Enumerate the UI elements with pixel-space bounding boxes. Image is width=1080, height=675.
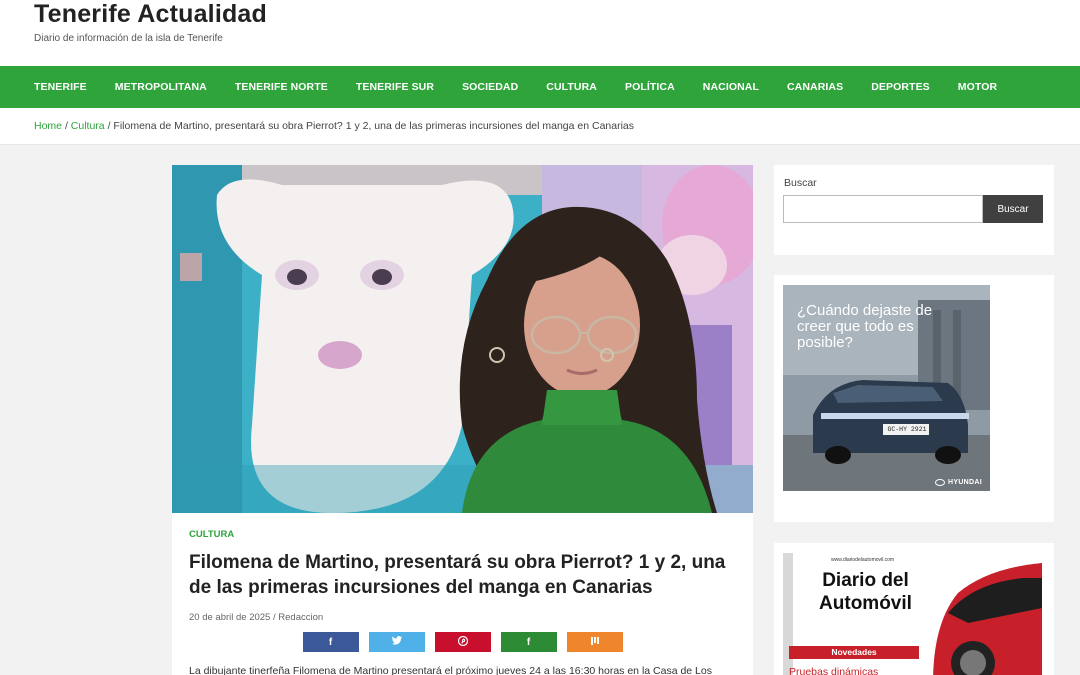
search-button[interactable]: Buscar: [983, 195, 1043, 223]
hyundai-ad-plate: GC-HY 2921: [887, 426, 927, 433]
breadcrumb-bar: Home / Cultura / Filomena de Martino, pr…: [0, 108, 1080, 145]
hyundai-ad-widget: ¿Cuándo dejaste de creer que todo es pos…: [774, 275, 1054, 522]
article: CULTURA Filomena de Martino, presentará …: [172, 165, 753, 675]
nav-item-tenerife-sur[interactable]: TENERIFE SUR: [356, 81, 434, 93]
hyundai-ad-text: ¿Cuándo dejaste de creer que todo es pos…: [797, 302, 933, 351]
search-widget: Buscar Buscar: [774, 165, 1054, 255]
hyundai-ad-banner[interactable]: ¿Cuándo dejaste de creer que todo es pos…: [783, 285, 990, 491]
share-twitter-button[interactable]: [368, 632, 425, 652]
nav-item-metropolitana[interactable]: METROPOLITANA: [115, 81, 207, 93]
facebook-icon: f: [328, 636, 333, 648]
ad2-url: www.diariodelautomovil.com: [831, 557, 895, 563]
search-input[interactable]: [783, 195, 983, 223]
site-header: Tenerife Actualidad Diario de informació…: [0, 0, 1080, 66]
nav-item-tenerife-norte[interactable]: TENERIFE NORTE: [235, 81, 328, 93]
search-label: Buscar: [784, 177, 817, 189]
nav-item-motor[interactable]: MOTOR: [958, 81, 997, 93]
diario-automovil-ad-widget: www.diariodelautomovil.com Diario del Au…: [774, 543, 1054, 675]
article-headline: Filomena de Martino, presentará su obra …: [189, 552, 726, 598]
hyundai-logo-icon: [935, 479, 945, 486]
mix-icon: [590, 636, 600, 649]
ad2-title: Diario del Automóvil: [819, 570, 912, 614]
article-meta: 20 de abril de 2025 / Redaccion: [189, 612, 736, 623]
flipboard-icon: f: [526, 636, 531, 648]
share-pinterest-button[interactable]: [434, 632, 491, 652]
hyundai-brand: HYUNDAI: [948, 479, 982, 486]
nav-list: TENERIFE METROPOLITANA TENERIFE NORTE TE…: [0, 66, 1080, 108]
twitter-icon: [391, 636, 402, 648]
share-buttons: f f: [189, 632, 736, 652]
pinterest-icon: [457, 635, 468, 649]
breadcrumb-section-link[interactable]: Cultura: [71, 120, 105, 132]
category-label[interactable]: CULTURA: [189, 529, 736, 540]
site-tagline: Diario de información de la isla de Tene…: [34, 33, 223, 44]
article-body: CULTURA Filomena de Martino, presentará …: [172, 513, 753, 675]
site-title[interactable]: Tenerife Actualidad: [34, 0, 267, 29]
breadcrumb-current: Filomena de Martino, presentará su obra …: [113, 120, 635, 132]
share-flipboard-button[interactable]: f: [500, 632, 557, 652]
nav-item-deportes[interactable]: DEPORTES: [871, 81, 930, 93]
hyundai-logo: HYUNDAI: [935, 479, 982, 486]
share-facebook-button[interactable]: f: [302, 632, 359, 652]
breadcrumb-home-link[interactable]: Home: [34, 120, 62, 132]
ad2-tag: Novedades: [789, 646, 919, 659]
nav-item-canarias[interactable]: CANARIAS: [787, 81, 843, 93]
nav-item-tenerife[interactable]: TENERIFE: [34, 81, 87, 93]
article-date[interactable]: 20 de abril de 2025: [189, 612, 270, 623]
article-excerpt: La dibujante tinerfeña Filomena de Marti…: [189, 665, 712, 675]
article-author[interactable]: Redaccion: [278, 612, 323, 623]
hero-image: [172, 165, 753, 513]
main-nav: TENERIFE METROPOLITANA TENERIFE NORTE TE…: [0, 66, 1080, 108]
ad2-link: Pruebas dinámicas: [789, 666, 879, 675]
share-mix-button[interactable]: [566, 632, 623, 652]
diario-automovil-ad-banner[interactable]: www.diariodelautomovil.com Diario del Au…: [783, 553, 1042, 675]
hero-photo-illustration: [172, 165, 753, 513]
nav-item-nacional[interactable]: NACIONAL: [703, 81, 759, 93]
nav-item-politica[interactable]: POLÍTICA: [625, 81, 675, 93]
nav-item-sociedad[interactable]: SOCIEDAD: [462, 81, 518, 93]
nav-item-cultura[interactable]: CULTURA: [546, 81, 597, 93]
breadcrumb: Home / Cultura / Filomena de Martino, pr…: [34, 120, 634, 132]
